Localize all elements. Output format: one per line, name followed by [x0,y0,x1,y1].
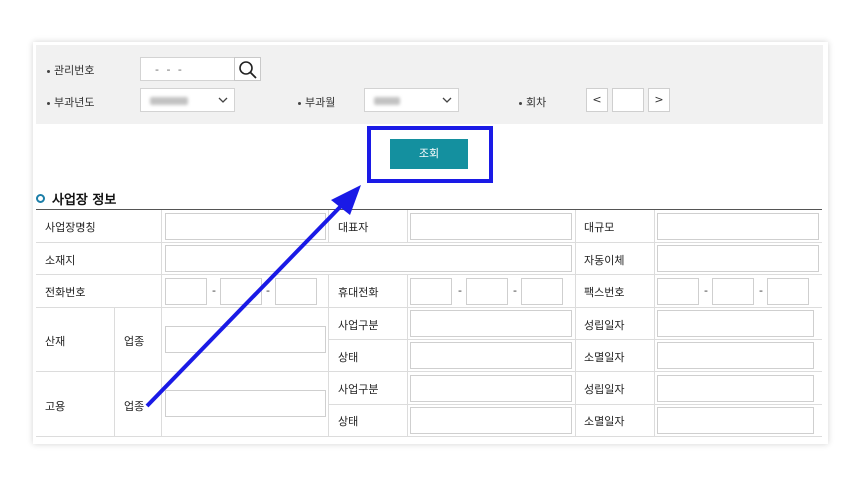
annotation-arrow [145,185,361,408]
